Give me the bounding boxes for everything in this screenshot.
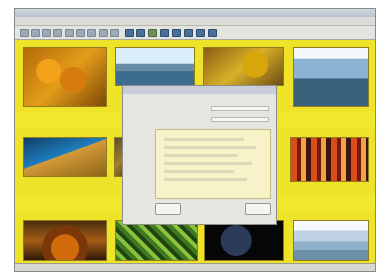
dialog-content-panel — [155, 129, 271, 199]
dialog-text-line — [164, 154, 238, 157]
dialog-text-line — [164, 146, 256, 149]
dialog-field-2[interactable] — [211, 117, 269, 122]
dialog-text-line — [164, 162, 252, 165]
thumbnail-image[interactable] — [290, 137, 369, 182]
thumbnail-image[interactable] — [203, 47, 284, 86]
refresh-icon[interactable] — [53, 29, 62, 37]
toolbar — [15, 26, 375, 40]
view-large-icon[interactable] — [125, 29, 134, 37]
window-icon[interactable] — [208, 29, 217, 37]
cut-icon[interactable] — [76, 29, 85, 37]
status-bar — [15, 263, 375, 271]
thumbnail-image[interactable] — [23, 220, 107, 261]
delete-icon[interactable] — [99, 29, 108, 37]
thumbnail-image[interactable] — [204, 220, 284, 261]
image-icon[interactable] — [184, 29, 193, 37]
thumbnail-image[interactable] — [23, 137, 107, 177]
app-screen — [0, 0, 390, 275]
thumbnail-image[interactable] — [23, 47, 107, 107]
dialog-text-line — [164, 138, 244, 141]
thumbnail-image[interactable] — [293, 220, 369, 261]
rotate-icon[interactable] — [110, 29, 119, 37]
paste-icon[interactable] — [87, 29, 96, 37]
folder-icon[interactable] — [196, 29, 205, 37]
dialog-text-line — [164, 170, 234, 173]
thumbnail-image[interactable] — [115, 47, 195, 86]
properties-dialog — [122, 85, 277, 225]
dialog-field-1[interactable] — [211, 106, 269, 111]
view-small-icon[interactable] — [136, 29, 145, 37]
dialog-text-line — [164, 178, 247, 181]
thumbnail-image[interactable] — [115, 220, 198, 261]
slideshow-icon[interactable] — [148, 29, 157, 37]
ok-button[interactable] — [155, 203, 181, 215]
copy-icon[interactable] — [65, 29, 74, 37]
menu-bar — [15, 17, 375, 26]
zoom-icon[interactable] — [172, 29, 181, 37]
print-icon[interactable] — [160, 29, 169, 37]
forward-icon[interactable] — [31, 29, 40, 37]
thumbnail-image[interactable] — [293, 47, 369, 107]
up-folder-icon[interactable] — [42, 29, 51, 37]
dialog-title-bar — [123, 86, 276, 94]
title-bar — [15, 9, 375, 17]
back-icon[interactable] — [20, 29, 29, 37]
cancel-button[interactable] — [245, 203, 271, 215]
